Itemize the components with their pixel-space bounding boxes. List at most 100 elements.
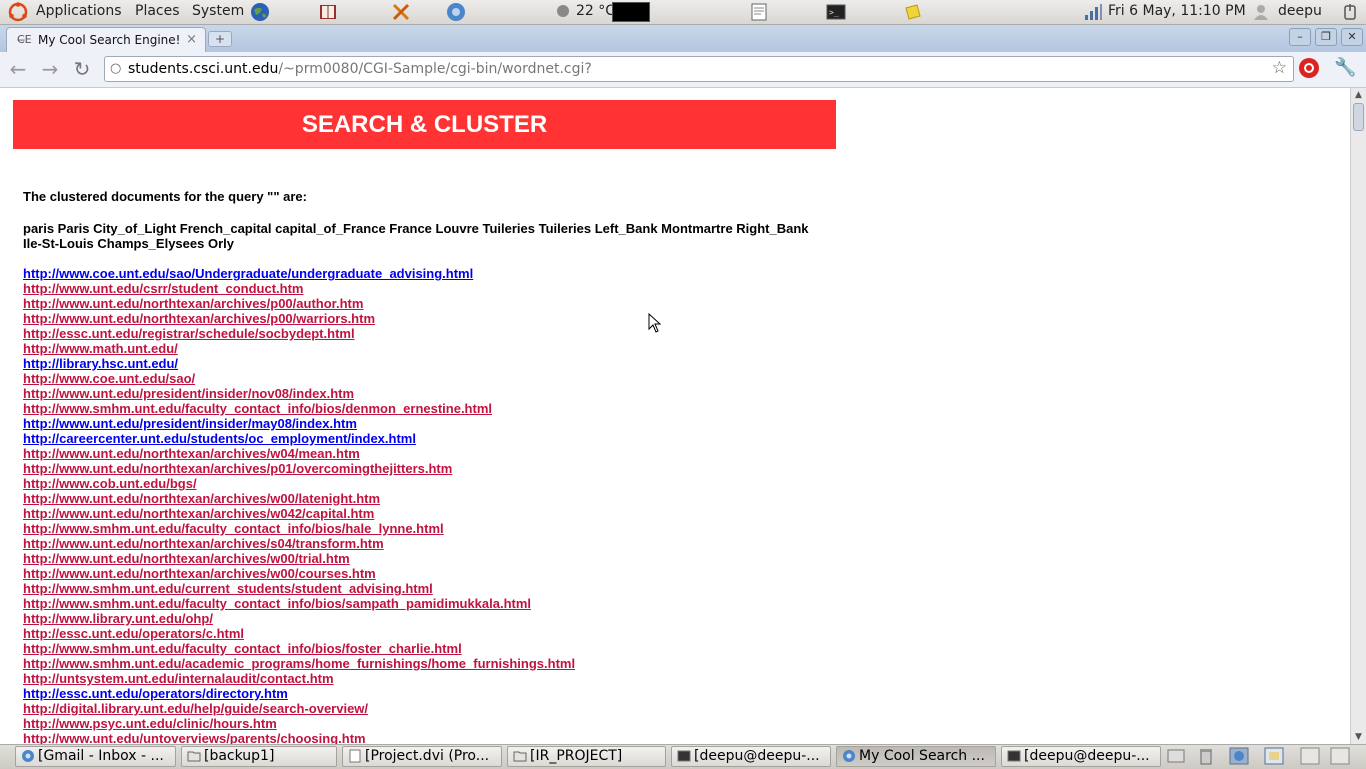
- page-banner-title: SEARCH & CLUSTER: [13, 100, 836, 149]
- address-bar[interactable]: ○ students.csci.unt.edu/~prm0080/CGI-Sam…: [104, 56, 1294, 82]
- taskbar-button[interactable]: [Gmail - Inbox - ...: [15, 746, 176, 767]
- scroll-up-arrow-icon[interactable]: ▲: [1352, 88, 1365, 102]
- result-link[interactable]: http://www.unt.edu/northtexan/archives/w…: [23, 446, 575, 461]
- tab-my-cool-search-engine[interactable]: C̶E My Cool Search Engine! ×: [6, 27, 206, 52]
- page-info-icon[interactable]: ○: [110, 57, 121, 81]
- document-icon: [348, 749, 362, 763]
- result-link[interactable]: http://www.smhm.unt.edu/current_students…: [23, 581, 575, 596]
- bookmark-star-icon[interactable]: ☆: [1272, 56, 1287, 80]
- taskbar-button[interactable]: [backup1]: [181, 746, 337, 767]
- url-text: students.csci.unt.edu/~prm0080/CGI-Sampl…: [128, 57, 592, 81]
- result-link[interactable]: http://www.psyc.unt.edu/clinic/hours.htm: [23, 716, 575, 731]
- close-window-button[interactable]: ✕: [1341, 28, 1363, 46]
- tab-close-icon[interactable]: ×: [186, 32, 197, 47]
- result-link[interactable]: http://www.library.unt.edu/ohp/: [23, 611, 575, 626]
- clock[interactable]: Fri 6 May, 11:10 PM: [1108, 3, 1246, 19]
- result-link[interactable]: http://essc.unt.edu/operators/c.html: [23, 626, 575, 641]
- result-link[interactable]: http://library.hsc.unt.edu/: [23, 356, 575, 371]
- result-link[interactable]: http://www.smhm.unt.edu/faculty_contact_…: [23, 641, 575, 656]
- taskbar-button[interactable]: [deepu@deepu-...: [671, 746, 831, 767]
- result-link[interactable]: http://www.math.unt.edu/: [23, 341, 575, 356]
- result-link[interactable]: http://www.coe.unt.edu/sao/: [23, 371, 575, 386]
- result-link[interactable]: http://careercenter.unt.edu/students/oc_…: [23, 431, 575, 446]
- result-link[interactable]: http://www.coe.unt.edu/sao/Undergraduate…: [23, 266, 575, 281]
- folder-icon: [187, 749, 201, 763]
- trash-icon[interactable]: [1196, 747, 1216, 765]
- mouse-cursor-icon: [648, 313, 662, 333]
- result-link[interactable]: http://www.unt.edu/northtexan/archives/w…: [23, 491, 575, 506]
- workspace-4-icon[interactable]: [1330, 747, 1350, 765]
- result-link[interactable]: http://www.cob.unt.edu/bgs/: [23, 476, 575, 491]
- globe-icon[interactable]: [250, 2, 270, 22]
- places-menu[interactable]: Places: [135, 3, 180, 19]
- terminal-icon: [677, 749, 691, 763]
- weather-icon[interactable]: [557, 5, 569, 17]
- result-link[interactable]: http://www.unt.edu/csrr/student_conduct.…: [23, 281, 575, 296]
- system-menu[interactable]: System: [192, 3, 244, 19]
- taskbar-button[interactable]: [IR_PROJECT]: [507, 746, 666, 767]
- result-link[interactable]: http://www.unt.edu/northtexan/archives/p…: [23, 296, 575, 311]
- temperature-readout[interactable]: 22 °C: [576, 3, 615, 19]
- workspace-2-icon[interactable]: [1264, 747, 1284, 765]
- tools-icon[interactable]: [391, 2, 411, 22]
- network-signal-icon[interactable]: [1083, 2, 1103, 22]
- result-link[interactable]: http://www.smhm.unt.edu/academic_program…: [23, 656, 575, 671]
- taskbar-button-label: [deepu@deepu-...: [694, 748, 820, 764]
- chrome-icon: [21, 749, 35, 763]
- forward-arrow-icon[interactable]: →: [38, 58, 62, 80]
- taskbar-button-label: [backup1]: [204, 748, 275, 764]
- result-link[interactable]: http://www.unt.edu/northtexan/archives/w…: [23, 506, 575, 521]
- power-icon[interactable]: [1340, 2, 1360, 22]
- taskbar-button[interactable]: [deepu@deepu-...: [1001, 746, 1161, 767]
- result-link[interactable]: http://digital.library.unt.edu/help/guid…: [23, 701, 575, 716]
- scrollbar-thumb[interactable]: [1353, 103, 1364, 131]
- result-link[interactable]: http://www.unt.edu/president/insider/nov…: [23, 386, 575, 401]
- text-editor-icon[interactable]: [749, 2, 769, 22]
- result-link[interactable]: http://essc.unt.edu/registrar/schedule/s…: [23, 326, 575, 341]
- taskbar-button-label: My Cool Search ...: [859, 748, 985, 764]
- ubuntu-logo-icon[interactable]: [8, 2, 28, 22]
- back-arrow-icon[interactable]: ←: [6, 58, 30, 80]
- wrench-menu-icon[interactable]: 🔧: [1334, 57, 1356, 78]
- result-link[interactable]: http://www.unt.edu/president/insider/may…: [23, 416, 575, 431]
- result-link[interactable]: http://www.smhm.unt.edu/faculty_contact_…: [23, 521, 575, 536]
- result-links: http://www.coe.unt.edu/sao/Undergraduate…: [23, 266, 575, 744]
- vertical-scrollbar[interactable]: ▲ ▼: [1350, 88, 1366, 744]
- sticky-notes-icon[interactable]: [903, 2, 923, 22]
- svg-text:>_: >_: [829, 8, 839, 17]
- scroll-down-arrow-icon[interactable]: ▼: [1352, 730, 1365, 744]
- applications-menu[interactable]: Applications: [36, 3, 122, 19]
- workspace-3-icon[interactable]: [1300, 747, 1320, 765]
- result-link[interactable]: http://www.unt.edu/northtexan/archives/p…: [23, 461, 575, 476]
- result-link[interactable]: http://www.smhm.unt.edu/faculty_contact_…: [23, 596, 575, 611]
- dictionary-icon[interactable]: [318, 2, 338, 22]
- user-icon[interactable]: [1251, 2, 1271, 22]
- taskbar-button-label: [Gmail - Inbox - ...: [38, 748, 164, 764]
- result-link[interactable]: http://www.unt.edu/northtexan/archives/s…: [23, 536, 575, 551]
- result-link[interactable]: http://www.unt.edu/northtexan/archives/p…: [23, 311, 575, 326]
- minimize-window-button[interactable]: –: [1289, 28, 1311, 46]
- workspace-1-icon[interactable]: [1229, 747, 1249, 765]
- result-link[interactable]: http://untsystem.unt.edu/internalaudit/c…: [23, 671, 575, 686]
- result-link[interactable]: http://www.smhm.unt.edu/faculty_contact_…: [23, 401, 575, 416]
- result-link[interactable]: http://www.unt.edu/untoverviews/parents/…: [23, 731, 575, 744]
- adblock-stop-icon[interactable]: [1299, 58, 1319, 78]
- result-link[interactable]: http://essc.unt.edu/operators/directory.…: [23, 686, 575, 701]
- result-link[interactable]: http://www.unt.edu/northtexan/archives/w…: [23, 551, 575, 566]
- show-desktop-icon[interactable]: [1166, 747, 1186, 765]
- system-monitor-icon[interactable]: [612, 2, 650, 22]
- new-tab-button[interactable]: +: [208, 31, 232, 47]
- top-panel: Applications Places System 22 °C >_ Fri …: [0, 0, 1366, 25]
- query-synonyms: paris Paris City_of_Light French_capital…: [23, 221, 809, 251]
- taskbar-button[interactable]: [Project.dvi (Pro...: [342, 746, 502, 767]
- results-heading: The clustered documents for the query ""…: [23, 189, 307, 204]
- maximize-window-button[interactable]: ❐: [1315, 28, 1337, 46]
- page-favicon-icon: C̶E: [17, 33, 32, 46]
- chrome-icon: [842, 749, 856, 763]
- terminal-launcher-icon[interactable]: >_: [826, 2, 846, 22]
- taskbar-button[interactable]: My Cool Search ...: [836, 746, 996, 767]
- result-link[interactable]: http://www.unt.edu/northtexan/archives/w…: [23, 566, 575, 581]
- reload-icon[interactable]: ↻: [70, 58, 94, 80]
- user-name[interactable]: deepu: [1278, 3, 1322, 19]
- chromium-icon[interactable]: [446, 2, 466, 22]
